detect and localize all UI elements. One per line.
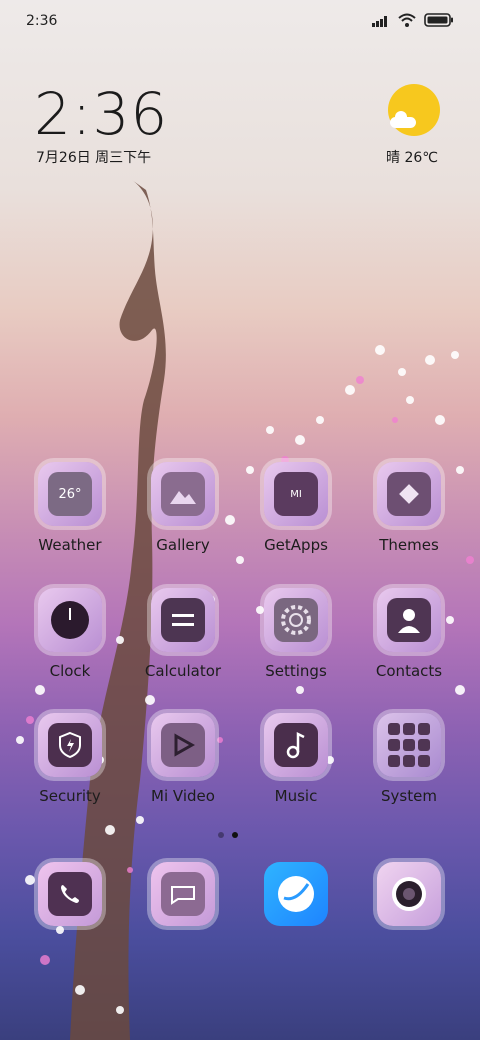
app-label: Calculator bbox=[144, 662, 222, 680]
app-clock[interactable]: Clock bbox=[20, 588, 120, 680]
app-label: Music bbox=[274, 787, 318, 805]
settings-gear-icon bbox=[264, 588, 328, 652]
battery-icon bbox=[424, 13, 453, 27]
themes-icon bbox=[377, 462, 441, 526]
status-time: 2:36 bbox=[26, 13, 58, 29]
app-mi-video[interactable]: Mi Video bbox=[133, 713, 233, 805]
camera-icon bbox=[377, 862, 441, 926]
app-music[interactable]: Music bbox=[246, 713, 346, 805]
page-dot-active[interactable] bbox=[232, 832, 238, 838]
app-label: Clock bbox=[49, 662, 91, 680]
phone-icon bbox=[38, 862, 102, 926]
music-note-icon bbox=[264, 713, 328, 777]
dock-camera[interactable] bbox=[359, 862, 459, 926]
app-getapps[interactable]: MI GetApps bbox=[246, 462, 346, 554]
system-folder-icon bbox=[377, 713, 441, 777]
app-settings[interactable]: Settings bbox=[246, 588, 346, 680]
wifi-icon bbox=[398, 13, 416, 27]
weather-app-temp: 26° bbox=[58, 486, 82, 502]
weather-widget[interactable] bbox=[388, 84, 444, 136]
app-system-folder[interactable]: System bbox=[359, 713, 459, 805]
app-gallery[interactable]: Gallery bbox=[133, 462, 233, 554]
clock-icon bbox=[38, 588, 102, 652]
dock-browser[interactable] bbox=[246, 862, 346, 926]
app-label: Weather bbox=[38, 536, 102, 554]
gallery-icon bbox=[151, 462, 215, 526]
app-label: System bbox=[381, 787, 437, 805]
sun-with-cloud-icon bbox=[388, 84, 440, 136]
home-screen: 2:36 2:36 7月26日 周三下午 晴 26℃ 26° Weather G… bbox=[0, 0, 480, 1040]
shopping-bag-icon: MI bbox=[264, 462, 328, 526]
app-themes[interactable]: Themes bbox=[359, 462, 459, 554]
browser-icon bbox=[264, 862, 328, 926]
app-calculator[interactable]: Calculator bbox=[133, 588, 233, 680]
dock-messaging[interactable] bbox=[133, 862, 233, 926]
clock-widget-time[interactable]: 2:36 bbox=[34, 80, 168, 148]
app-label: Mi Video bbox=[151, 787, 215, 805]
app-security[interactable]: Security bbox=[20, 713, 120, 805]
app-label: Settings bbox=[265, 662, 327, 680]
signal-icon bbox=[372, 15, 387, 27]
app-label: Contacts bbox=[375, 662, 443, 680]
app-weather[interactable]: 26° Weather bbox=[20, 462, 120, 554]
clock-widget-date: 7月26日 周三下午 bbox=[36, 150, 152, 166]
app-label: Themes bbox=[379, 536, 439, 554]
calculator-icon bbox=[151, 588, 215, 652]
app-label: Gallery bbox=[156, 536, 210, 554]
video-play-icon bbox=[151, 713, 215, 777]
app-label: Security bbox=[39, 787, 101, 805]
status-icons bbox=[372, 13, 454, 27]
weather-icon: 26° bbox=[38, 462, 102, 526]
dock-phone[interactable] bbox=[20, 862, 120, 926]
app-contacts[interactable]: Contacts bbox=[359, 588, 459, 680]
app-label: GetApps bbox=[264, 536, 328, 554]
security-shield-icon bbox=[38, 713, 102, 777]
getapps-badge: MI bbox=[290, 488, 302, 500]
page-dot[interactable] bbox=[218, 832, 224, 838]
contacts-icon bbox=[377, 588, 441, 652]
page-indicator[interactable] bbox=[218, 832, 238, 838]
weather-widget-text: 晴 26℃ bbox=[386, 150, 438, 166]
messaging-icon bbox=[151, 862, 215, 926]
status-bar: 2:36 bbox=[0, 0, 480, 40]
